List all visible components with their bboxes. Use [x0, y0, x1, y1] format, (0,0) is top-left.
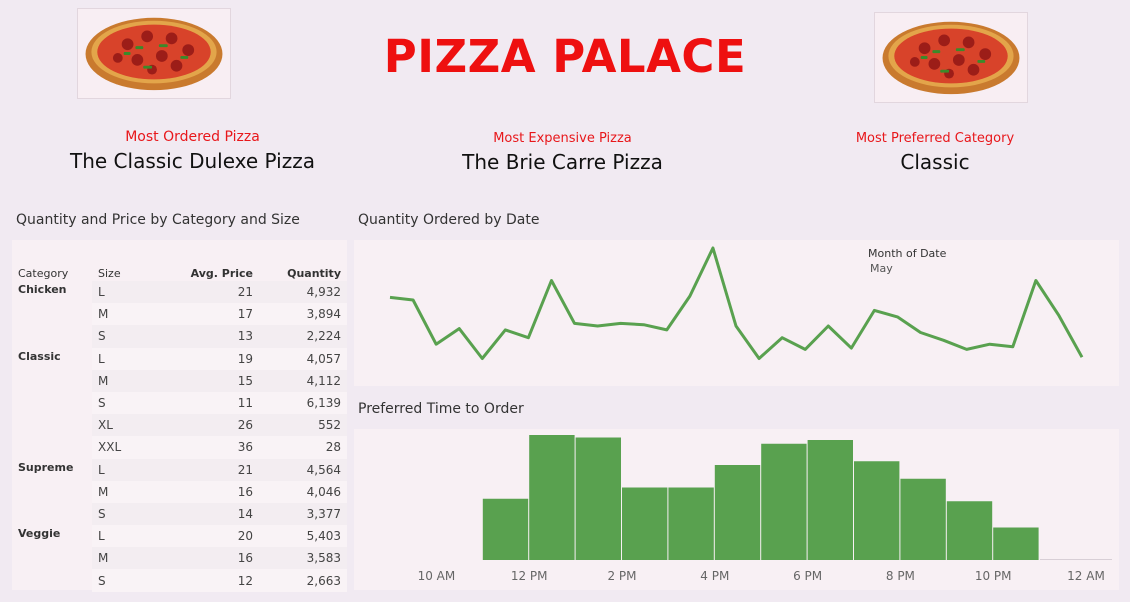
line-point[interactable]	[386, 293, 394, 301]
line-point[interactable]	[893, 313, 901, 321]
bar-6-pm[interactable]	[807, 440, 853, 560]
bar-8-pm[interactable]	[900, 478, 946, 560]
line-point[interactable]	[594, 322, 602, 330]
bar-7-pm[interactable]	[854, 461, 900, 560]
line-point[interactable]	[409, 296, 417, 304]
bar-1-pm[interactable]	[575, 437, 621, 561]
line-point[interactable]	[870, 306, 878, 314]
bar-3-pm[interactable]	[668, 487, 714, 561]
bar-9-am[interactable]	[390, 559, 435, 560]
line-series[interactable]	[389, 246, 1084, 360]
line-point[interactable]	[455, 325, 463, 333]
line-point[interactable]	[1032, 277, 1040, 285]
line-point[interactable]	[617, 319, 625, 327]
line-point[interactable]	[1009, 343, 1017, 351]
tooltip-label: Month of Date	[868, 247, 947, 260]
charts-canvas: 10 AM 12 PM 2 PM 4 PM 6 PM 8 PM 10 PM 12 AM	[386, 244, 1112, 583]
line-point[interactable]	[478, 355, 486, 363]
line-point[interactable]	[986, 340, 994, 348]
line-point[interactable]	[778, 334, 786, 342]
line-point[interactable]	[732, 322, 740, 330]
bar-tick-label: 8 PM	[886, 569, 915, 583]
bar-2-pm[interactable]	[622, 487, 668, 561]
line-point[interactable]	[917, 329, 925, 337]
bar-tick-label: 10 PM	[975, 569, 1012, 583]
bar-tick-label: 12 PM	[511, 569, 548, 583]
bar-5-pm[interactable]	[761, 443, 807, 560]
line-point[interactable]	[640, 321, 648, 329]
line-point[interactable]	[547, 277, 555, 285]
line-point[interactable]	[847, 344, 855, 352]
line-point[interactable]	[755, 355, 763, 363]
bar-10-am[interactable]	[436, 559, 481, 560]
line-point[interactable]	[432, 340, 440, 348]
tooltip-value: May	[870, 262, 893, 275]
line-point[interactable]	[663, 326, 671, 334]
line-point[interactable]	[571, 319, 579, 327]
bar-12-pm[interactable]	[529, 435, 575, 560]
bar-tick-label: 10 AM	[418, 569, 456, 583]
line-point[interactable]	[524, 334, 532, 342]
line-point[interactable]	[686, 292, 694, 300]
line-point[interactable]	[801, 345, 809, 353]
bar-11-am[interactable]	[482, 498, 529, 560]
line-point[interactable]	[501, 326, 509, 334]
line-point[interactable]	[1078, 353, 1086, 361]
bar-9-pm[interactable]	[946, 501, 993, 560]
bar-tick-label: 4 PM	[700, 569, 729, 583]
line-point[interactable]	[940, 336, 948, 344]
line-point[interactable]	[963, 345, 971, 353]
bar-tick-label: 12 AM	[1067, 569, 1105, 583]
line-tooltip: Month of Date May	[868, 247, 946, 275]
bar-tick-label: 2 PM	[607, 569, 636, 583]
line-point[interactable]	[824, 322, 832, 330]
line-point[interactable]	[709, 244, 717, 252]
line-point[interactable]	[1055, 312, 1063, 320]
bar-4-pm[interactable]	[714, 465, 761, 560]
bar-10-pm[interactable]	[993, 527, 1039, 561]
bar-tick-label: 6 PM	[793, 569, 822, 583]
